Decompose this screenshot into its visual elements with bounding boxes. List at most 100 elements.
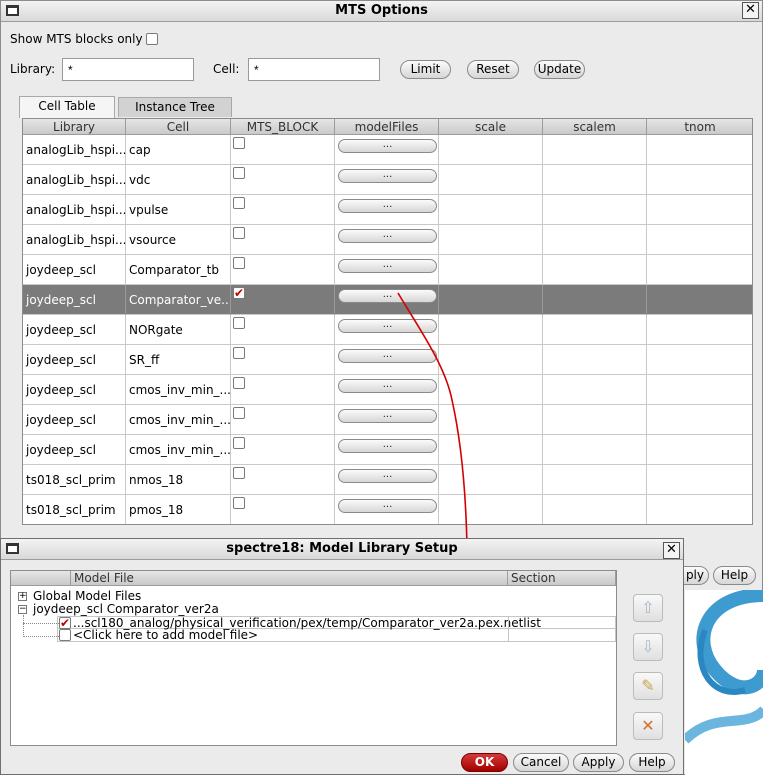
empty-cell[interactable] [543,225,647,255]
table-row[interactable]: joydeep_scl cmos_inv_min_...... [23,405,752,435]
mts-block-cell[interactable] [231,435,335,465]
edit-icon[interactable]: ✎ [633,672,663,700]
mts-block-cell[interactable] [231,285,335,315]
ok-button[interactable]: OK [461,753,508,772]
column-header[interactable]: modelFiles [335,119,439,135]
model-files-cell[interactable]: ... [335,195,439,225]
mts-block-cell[interactable] [231,225,335,255]
empty-cell[interactable] [543,435,647,465]
model-files-button[interactable]: ... [338,199,437,213]
update-button[interactable]: Update [534,60,585,79]
model-files-button[interactable]: ... [338,139,437,153]
empty-cell[interactable] [647,315,752,345]
mts-block-checkbox[interactable] [233,467,245,479]
mts-block-checkbox[interactable] [233,197,245,209]
model-files-button[interactable]: ... [338,169,437,183]
mts-block-checkbox[interactable] [233,377,245,389]
model-file-column-header[interactable]: Model File [71,571,508,586]
table-row[interactable]: joydeep_scl NORgate... [23,315,752,345]
mts-block-cell[interactable] [231,465,335,495]
mts-block-checkbox[interactable] [233,287,245,299]
table-row[interactable]: joydeep_sclComparator_ve...... [23,285,752,315]
model-files-button[interactable]: ... [338,319,437,333]
cell-name-cell[interactable]: Comparator_ve... [126,285,231,315]
cell-name-cell[interactable]: vpulse [126,195,231,225]
table-row[interactable]: analogLib_hspi... vdc... [23,165,752,195]
help-button[interactable]: Help [713,566,756,585]
empty-cell[interactable] [439,255,543,285]
column-header[interactable]: tnom [647,119,752,135]
model-files-button[interactable]: ... [338,469,437,483]
empty-cell[interactable] [543,195,647,225]
cell-name-cell[interactable]: cmos_inv_min_... [126,405,231,435]
mts-block-cell[interactable] [231,405,335,435]
library-cell[interactable]: analogLib_hspi... [23,165,126,195]
collapse-cell-icon[interactable]: − [18,605,27,614]
empty-cell[interactable] [439,285,543,315]
library-cell[interactable]: ts018_scl_prim [23,465,126,495]
show-mts-blocks-checkbox[interactable] [146,33,158,45]
column-header[interactable]: MTS_BLOCK [231,119,335,135]
mts-block-checkbox[interactable] [233,317,245,329]
empty-cell[interactable] [543,495,647,524]
dialog-help-button[interactable]: Help [629,753,675,772]
empty-cell[interactable] [439,345,543,375]
cell-name-cell[interactable]: SR_ff [126,345,231,375]
library-filter-input[interactable] [62,58,194,81]
arrow-down-icon[interactable]: ⇩ [633,633,663,661]
mts-block-checkbox[interactable] [233,407,245,419]
table-row[interactable]: joydeep_scl cmos_inv_min_...... [23,375,752,405]
empty-cell[interactable] [543,345,647,375]
empty-cell[interactable] [647,375,752,405]
model-files-button[interactable]: ... [338,289,437,303]
mts-block-checkbox[interactable] [233,497,245,509]
dialog-close-icon[interactable]: ✕ [663,542,680,559]
reset-button[interactable]: Reset [467,60,519,79]
empty-cell[interactable] [439,225,543,255]
model-files-button[interactable]: ... [338,259,437,273]
model-files-cell[interactable]: ... [335,135,439,165]
cell-name-cell[interactable]: pmos_18 [126,495,231,524]
add-model-file-placeholder[interactable]: <Click here to add model file> [73,629,258,642]
mts-block-checkbox[interactable] [233,227,245,239]
empty-cell[interactable] [543,135,647,165]
cell-name-cell[interactable]: vdc [126,165,231,195]
library-cell[interactable]: ts018_scl_prim [23,495,126,524]
empty-cell[interactable] [543,465,647,495]
empty-cell[interactable] [543,375,647,405]
cell-name-cell[interactable]: Comparator_tb [126,255,231,285]
table-row[interactable]: analogLib_hspi... vpulse... [23,195,752,225]
empty-cell[interactable] [543,285,647,315]
cell-name-cell[interactable]: cmos_inv_min_... [126,435,231,465]
library-cell[interactable]: joydeep_scl [23,405,126,435]
mts-block-checkbox[interactable] [233,167,245,179]
empty-cell[interactable] [439,195,543,225]
library-cell[interactable]: joydeep_scl [23,315,126,345]
mts-block-cell[interactable] [231,135,335,165]
column-header[interactable]: Cell [126,119,231,135]
cell-node[interactable]: joydeep_scl Comparator_ver2a [33,603,219,616]
model-files-cell[interactable]: ... [335,345,439,375]
tab-cell-table[interactable]: Cell Table [19,96,115,118]
model-files-cell[interactable]: ... [335,225,439,255]
column-header[interactable]: scale [439,119,543,135]
empty-cell[interactable] [647,495,752,524]
empty-cell[interactable] [647,135,752,165]
model-files-cell[interactable]: ... [335,285,439,315]
model-files-cell[interactable]: ... [335,465,439,495]
table-row[interactable]: ts018_scl_prim pmos_18... [23,495,752,524]
model-files-button[interactable]: ... [338,499,437,513]
empty-cell[interactable] [439,405,543,435]
close-icon[interactable]: ✕ [742,2,759,19]
cell-name-cell[interactable]: nmos_18 [126,465,231,495]
table-row[interactable]: joydeep_scl Comparator_tb... [23,255,752,285]
empty-cell[interactable] [439,435,543,465]
library-cell[interactable]: joydeep_scl [23,345,126,375]
mts-block-checkbox[interactable] [233,257,245,269]
model-file-checkbox[interactable] [59,617,71,629]
mts-block-cell[interactable] [231,165,335,195]
dialog-apply-button[interactable]: Apply [573,753,624,772]
empty-cell[interactable] [439,495,543,524]
section-column-header[interactable]: Section [508,571,616,586]
library-cell[interactable]: analogLib_hspi... [23,225,126,255]
